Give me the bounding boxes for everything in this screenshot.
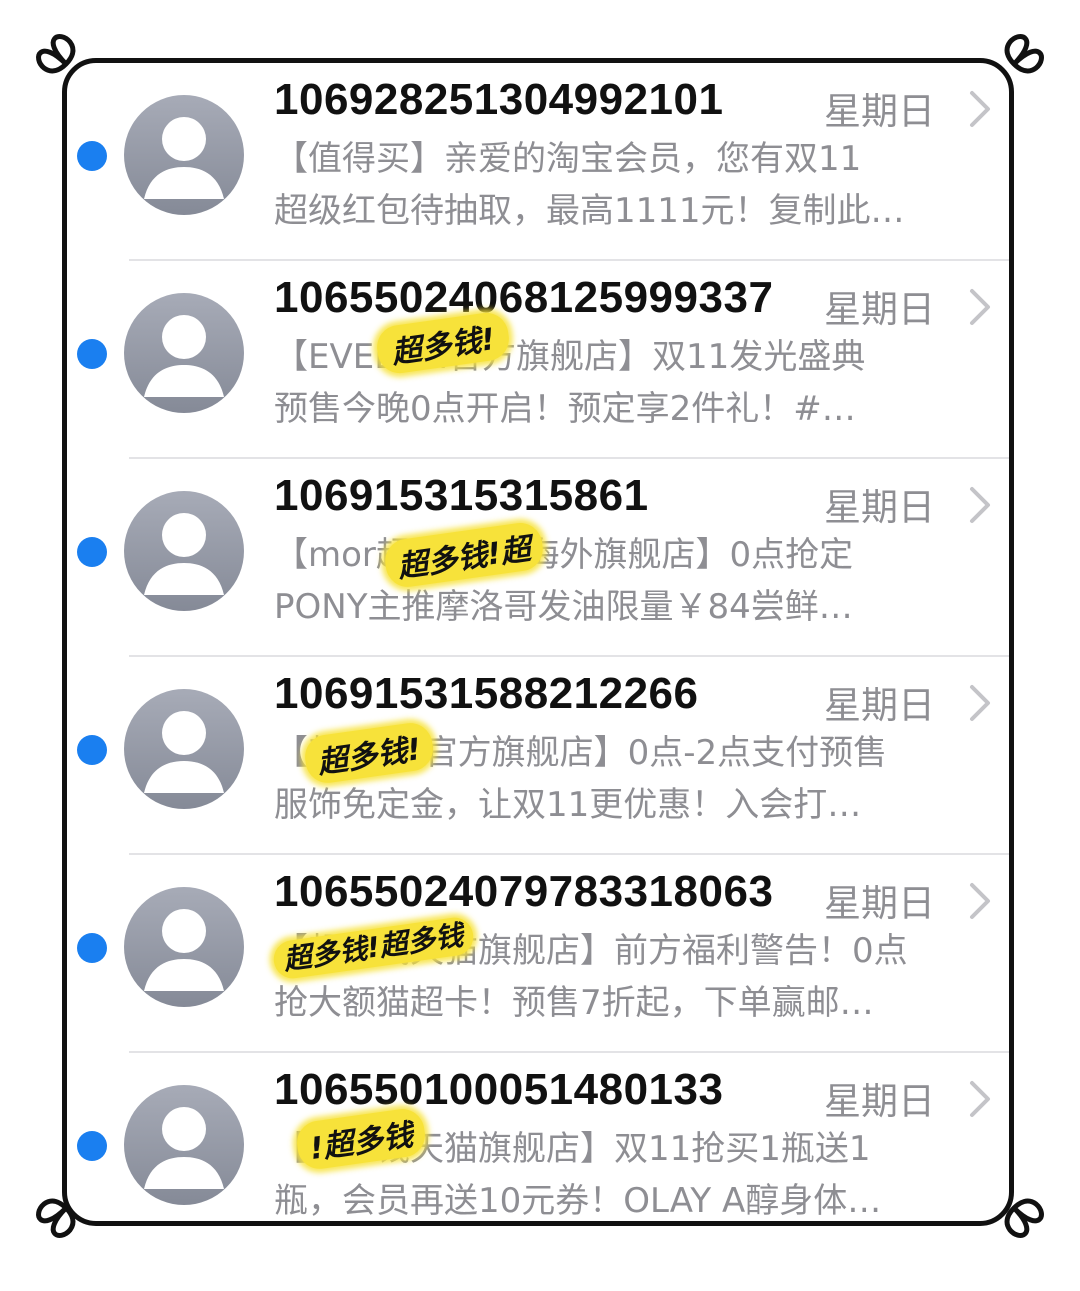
message-row[interactable]: 10655024079783318063 星期日 【超多钱天猫旗舰店】前方福利警…: [67, 855, 1009, 1053]
message-date: 星期日: [824, 1080, 935, 1123]
preview-line: 预售今晚0点开启！预定享2件礼！#…: [274, 389, 856, 429]
chevron-right-icon: [970, 289, 990, 325]
person-placeholder-icon: [124, 95, 244, 215]
unread-dot-icon: [77, 1131, 107, 1161]
chevron-right-icon: [970, 883, 990, 919]
message-preview: 【mor超多钱!超海外旗舰店】0点抢定 PONY主推摩洛哥发油限量￥84尝鲜…: [274, 529, 994, 633]
unread-dot-icon: [77, 141, 107, 171]
person-placeholder-icon: [124, 887, 244, 1007]
chevron-right-icon: [970, 685, 990, 721]
message-date: 星期日: [824, 684, 935, 727]
message-date: 星期日: [824, 486, 935, 529]
person-placeholder-icon: [124, 1085, 244, 1205]
screenshot-page: 106928251304992101 星期日 【值得买】亲爱的淘宝会员，您有双1…: [0, 0, 1080, 1291]
message-preview: 【值得买】亲爱的淘宝会员，您有双11 超级红包待抽取，最高1111元！复制此…: [274, 133, 994, 237]
preview-line: 瓶，会员再送10元券！OLAY A醇身体…: [274, 1181, 882, 1221]
message-date: 星期日: [824, 90, 935, 133]
person-placeholder-icon: [124, 491, 244, 611]
chevron-right-icon: [970, 1081, 990, 1117]
unread-dot-icon: [77, 735, 107, 765]
person-placeholder-icon: [124, 293, 244, 413]
message-list-frame: 106928251304992101 星期日 【值得买】亲爱的淘宝会员，您有双1…: [62, 58, 1014, 1226]
preview-line: 超级红包待抽取，最高1111元！复制此…: [274, 191, 905, 231]
unread-dot-icon: [77, 339, 107, 369]
message-row[interactable]: 10655024068125999337 星期日 【EVELOM官方旗舰店】双1…: [67, 261, 1009, 459]
sender-number: 10655024068125999337: [274, 273, 774, 322]
chevron-right-icon: [970, 91, 990, 127]
person-placeholder-icon: [124, 689, 244, 809]
unread-dot-icon: [77, 933, 107, 963]
message-date: 星期日: [824, 882, 935, 925]
preview-line: 服饰免定金，让双11更优惠！入会打…: [274, 785, 862, 825]
message-date: 星期日: [824, 288, 935, 331]
sender-number: 10691531588212266: [274, 669, 699, 718]
sender-number: 106928251304992101: [274, 75, 724, 124]
sender-number: 106915315315861: [274, 471, 649, 520]
sender-number: 106550100051480133: [274, 1065, 724, 1114]
message-row[interactable]: 106915315315861 星期日 【mor超多钱!超海外旗舰店】0点抢定 …: [67, 459, 1009, 657]
unread-dot-icon: [77, 537, 107, 567]
chevron-right-icon: [970, 487, 990, 523]
sender-number: 10655024079783318063: [274, 867, 774, 916]
preview-line: PONY主推摩洛哥发油限量￥84尝鲜…: [274, 587, 853, 627]
message-row[interactable]: 106928251304992101 星期日 【值得买】亲爱的淘宝会员，您有双1…: [67, 63, 1009, 261]
message-row[interactable]: 10691531588212266 星期日 【超多钱!官方旗舰店】0点-2点支付…: [67, 657, 1009, 855]
preview-line: 抢大额猫超卡！预售7折起，下单赢邮…: [274, 983, 874, 1023]
preview-line: 【mor超多钱!超海外旗舰店】0点抢定: [274, 535, 854, 575]
message-row[interactable]: 106550100051480133 星期日 【超多钱天猫旗舰店】双11抢买1瓶…: [67, 1053, 1009, 1221]
message-list: 106928251304992101 星期日 【值得买】亲爱的淘宝会员，您有双1…: [67, 63, 1009, 1221]
preview-line: 【值得买】亲爱的淘宝会员，您有双11: [274, 139, 862, 179]
